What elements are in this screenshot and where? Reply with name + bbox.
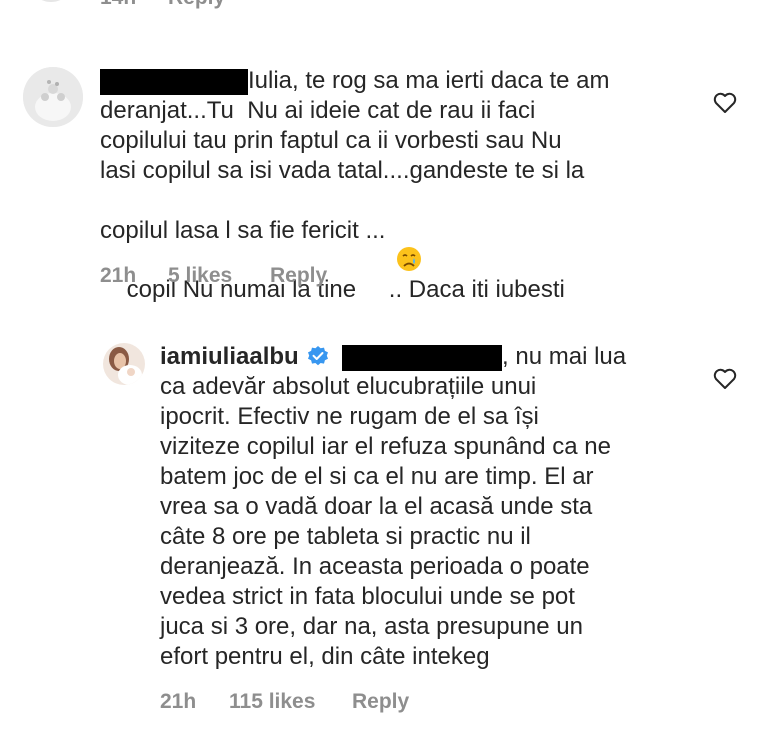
reply-likes-count[interactable]: 115 likes <box>229 690 315 714</box>
comment-line: copilului tau prin faptul ca ii vorbesti… <box>100 127 562 154</box>
reply-line: juca si 3 ore, dar na, asta presupune un <box>160 613 583 640</box>
reply-line: viziteze copilul iar el refuza spunând c… <box>160 433 611 460</box>
reply-line: deranjează. In aceasta perioada o poate <box>160 553 590 580</box>
avatar-image <box>103 343 145 385</box>
redacted-username <box>100 68 248 95</box>
commenter-avatar[interactable] <box>23 67 83 127</box>
comment-time: 21h <box>100 264 137 287</box>
previous-comment-reply-button[interactable]: Reply <box>168 0 225 10</box>
reply-line: batem joc de el si ca el nu are timp. El… <box>160 463 594 490</box>
reply-button[interactable]: Reply <box>352 690 409 714</box>
comment-line: lasi copilul sa isi vada tatal....gandes… <box>100 157 585 184</box>
avatar-image <box>23 67 83 127</box>
comment-line: .. Daca iti iubesti <box>382 276 565 303</box>
reply-text: iamiuliaalbu , nu mai lua ca adevăr abso… <box>160 342 720 672</box>
like-heart-icon[interactable] <box>712 90 738 114</box>
previous-avatar[interactable] <box>28 0 74 2</box>
reply-button[interactable]: Reply <box>270 264 327 288</box>
reply-line: ca adevăr absolut elucubrațiile unui <box>160 373 537 400</box>
comment-likes-count[interactable]: 5 likes <box>168 264 232 288</box>
reply-line: ipocrit. Efectiv ne rugam de el sa își <box>160 403 539 430</box>
reply-line: vrea sa o vadă doar la el acasă unde sta <box>160 493 593 520</box>
comment-text: Iulia, te rog sa ma ierti daca te am der… <box>100 66 700 303</box>
previous-comment-time: 14h <box>100 0 136 10</box>
verified-badge-icon <box>307 345 329 367</box>
reply-line: efort pentru el, din câte intekeg <box>160 643 490 670</box>
comment-line: deranjat...Tu Nu ai ideie cat de rau ii … <box>100 97 536 124</box>
comment-line: Iulia, te rog sa ma ierti daca te am <box>248 67 610 94</box>
like-heart-icon[interactable] <box>712 366 738 390</box>
reply-line: , nu mai lua <box>502 343 627 370</box>
reply-username[interactable]: iamiuliaalbu <box>160 343 299 370</box>
redacted-mention <box>342 344 503 371</box>
reply-line: vedea strict in fata blocului unde se po… <box>160 583 575 610</box>
reply-line: câte 8 ore pe tableta si practic nu il <box>160 523 531 550</box>
reply-author-avatar[interactable] <box>103 343 145 385</box>
reply-time: 21h <box>160 690 197 713</box>
